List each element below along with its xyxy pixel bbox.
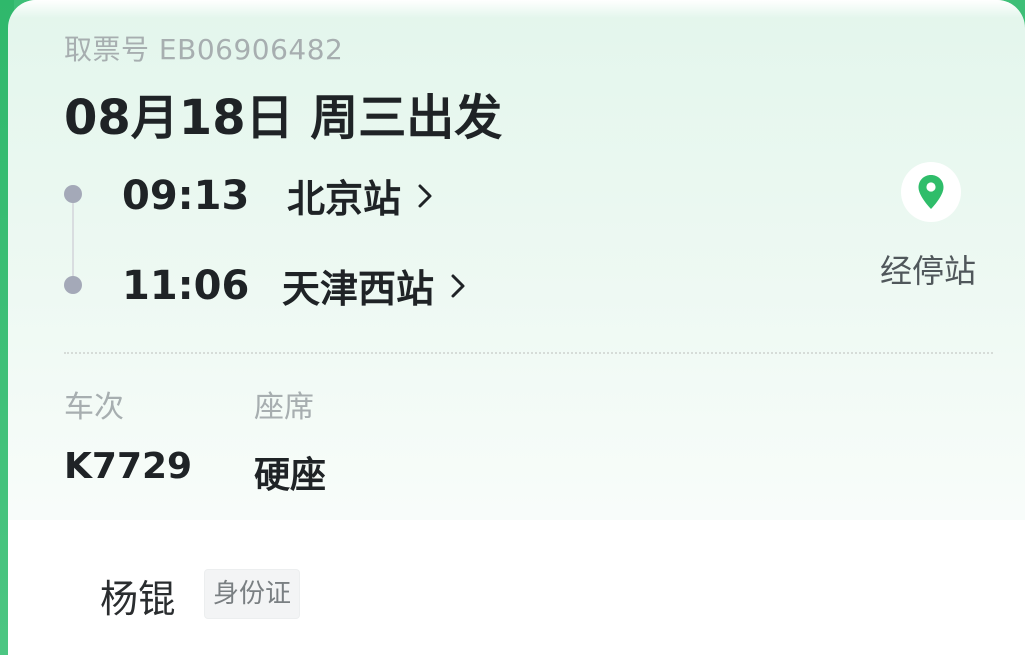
ticket-screen: 取票号 EB06906482 08月18日 周三出发 09:13 北京站 11:…	[0, 0, 1025, 655]
train-number: K7729	[64, 446, 193, 487]
train-number-label: 车次	[64, 390, 124, 425]
chevron-right-icon	[451, 274, 465, 297]
pickup-number: EB06906482	[158, 33, 344, 66]
pickup-number-row: 取票号 EB06906482	[64, 28, 343, 68]
departure-date: 08月18日 周三出发	[64, 90, 503, 146]
departure-row[interactable]: 09:13 北京站	[122, 168, 435, 223]
ticket-card: 取票号 EB06906482 08月18日 周三出发 09:13 北京站 11:…	[8, 0, 1025, 655]
dotted-divider	[64, 352, 993, 354]
map-pin-icon	[918, 175, 944, 209]
card-highlight	[8, 0, 1025, 18]
pin-badge	[901, 162, 961, 222]
departure-station: 北京站	[287, 177, 402, 221]
stopover-button[interactable]: 经停站	[874, 162, 994, 292]
arrival-dot	[64, 276, 82, 294]
pickup-label: 取票号	[64, 33, 150, 66]
departure-time: 09:13	[122, 172, 250, 219]
arrival-station: 天津西站	[282, 267, 435, 311]
departure-dot	[64, 185, 82, 203]
passenger-name: 杨锟	[100, 577, 177, 621]
arrival-row[interactable]: 11:06 天津西站	[122, 258, 468, 313]
stopover-label: 经停站	[880, 252, 977, 290]
timeline-connector	[72, 200, 74, 282]
seat-type: 硬座	[254, 455, 327, 496]
seat-label: 座席	[254, 390, 314, 425]
arrival-time: 11:06	[122, 262, 250, 309]
chevron-right-icon	[418, 184, 432, 207]
id-type-badge: 身份证	[204, 569, 301, 619]
